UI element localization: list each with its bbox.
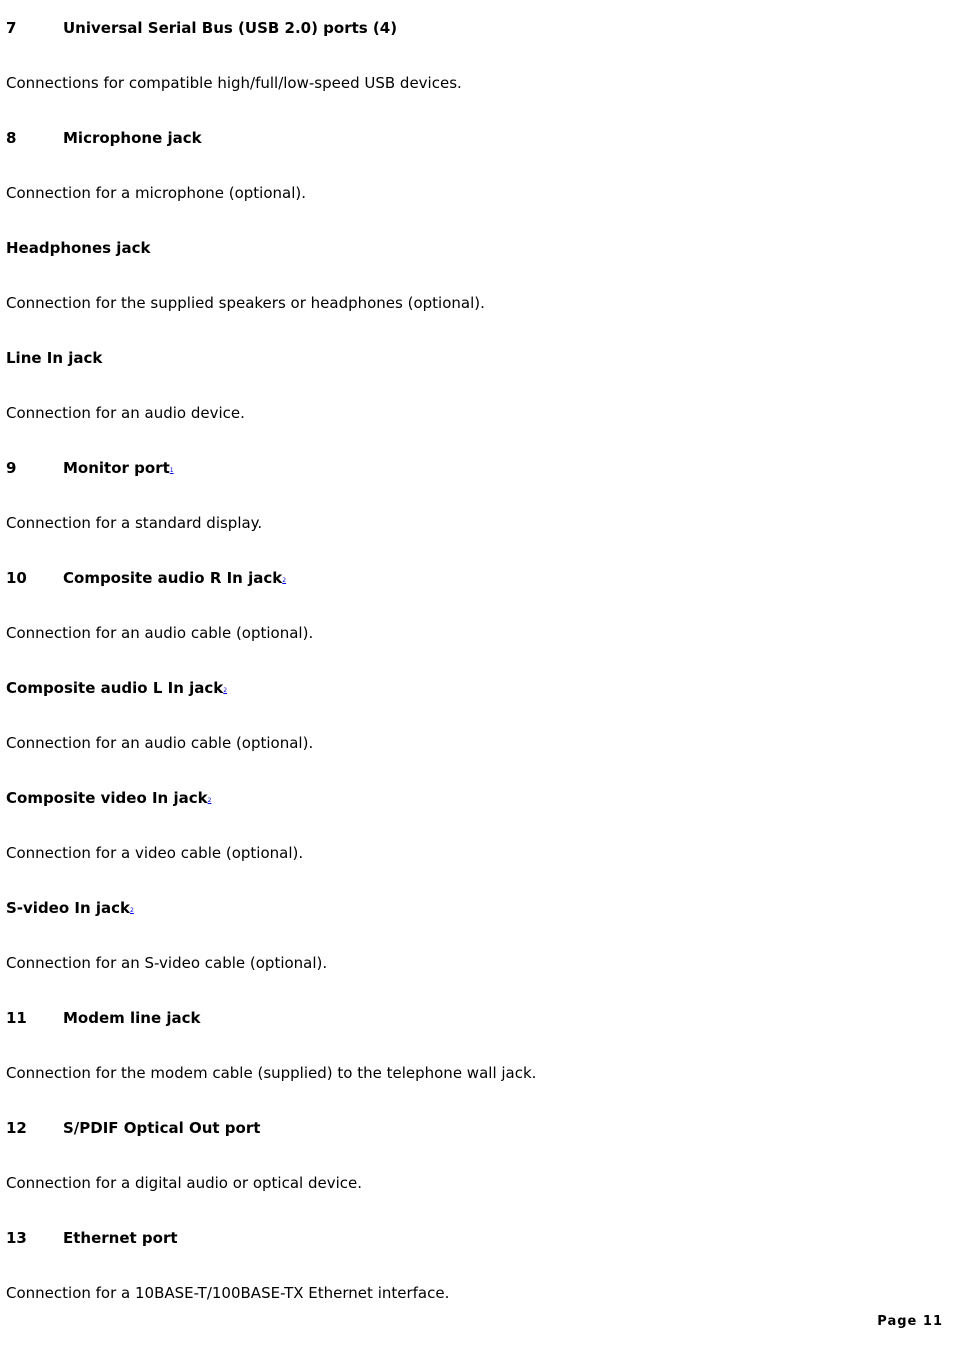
entry-modem-line-jack: 11 Modem line jack Connection for the mod… [6,1007,946,1084]
entry-heading: Composite audio L In jack2 [6,677,946,699]
entry-number: 10 [6,569,27,587]
entry-heading: 11 Modem line jack [6,1007,946,1029]
entry-title: Monitor port [63,459,170,477]
footnote-link[interactable]: 2 [130,907,134,914]
entry-spdif-optical-out: 12 S/PDIF Optical Out port Connection for… [6,1117,946,1194]
entry-title: Headphones jack [6,239,151,257]
entry-usb-ports: 7 Universal Serial Bus (USB 2.0) ports (4… [6,17,946,94]
entry-title: Modem line jack [63,1009,201,1027]
entry-description: Connections for compatible high/full/low… [6,74,462,92]
entry-headphones-jack: Headphones jack Connection for the suppl… [6,237,946,314]
entry-monitor-port: 9 Monitor port1 Connection for a standard… [6,457,946,534]
entry-description: Connection for a 10BASE-T/100BASE-TX Eth… [6,1284,450,1302]
entry-number: 13 [6,1229,27,1247]
entry-heading: Composite video In jack2 [6,787,946,809]
entry-number: 11 [6,1009,27,1027]
entry-heading: 7 Universal Serial Bus (USB 2.0) ports (4… [6,17,946,39]
entry-heading: 10 Composite audio R In jack2 [6,567,946,589]
entry-s-video: S-video In jack2 Connection for an S-vid… [6,897,946,974]
document-page: 7 Universal Serial Bus (USB 2.0) ports (4… [6,17,946,1337]
entry-description: Connection for a video cable (optional). [6,844,304,862]
entry-heading: 8 Microphone jack [6,127,946,149]
entry-description: Connection for an S-video cable (optiona… [6,954,328,972]
entry-heading: Headphones jack [6,237,946,259]
entry-composite-audio-l: Composite audio L In jack2 Connection fo… [6,677,946,754]
entry-description: Connection for an audio cable (optional)… [6,624,314,642]
entry-title: Composite audio R In jack [63,569,283,587]
entry-heading: S-video In jack2 [6,897,946,919]
entry-line-in-jack: Line In jack Connection for an audio dev… [6,347,946,424]
entry-description: Connection for a standard display. [6,514,263,532]
entry-number: 7 [6,19,17,37]
entry-title: S-video In jack [6,899,130,917]
entry-title: Universal Serial Bus (USB 2.0) ports (4) [63,19,398,37]
entry-heading: 13 Ethernet port [6,1227,946,1249]
entry-description: Connection for the supplied speakers or … [6,294,485,312]
footnote-link[interactable]: 2 [208,797,212,804]
entry-description: Connection for an audio device. [6,404,245,422]
footnote-link[interactable]: 2 [282,577,286,584]
entry-title: Ethernet port [63,1229,178,1247]
entry-microphone-jack: 8 Microphone jack Connection for a microp… [6,127,946,204]
entry-heading: 9 Monitor port1 [6,457,946,479]
entry-ethernet-port: 13 Ethernet port Connection for a 10BASE-… [6,1227,946,1304]
entry-description: Connection for a digital audio or optica… [6,1174,362,1192]
entry-description: Connection for a microphone (optional). [6,184,307,202]
footnote-link[interactable]: 1 [170,467,174,474]
entry-title: Line In jack [6,349,103,367]
entry-number: 8 [6,129,17,147]
entry-heading: 12 S/PDIF Optical Out port [6,1117,946,1139]
entry-heading: Line In jack [6,347,946,369]
entry-composite-audio-r: 10 Composite audio R In jack2 Connection … [6,567,946,644]
entry-description: Connection for an audio cable (optional)… [6,734,314,752]
entry-title: Microphone jack [63,129,202,147]
footnote-link[interactable]: 2 [223,687,227,694]
entry-title: S/PDIF Optical Out port [63,1119,261,1137]
entry-description: Connection for the modem cable (supplied… [6,1064,537,1082]
entry-title: Composite audio L In jack [6,679,224,697]
entry-composite-video: Composite video In jack2 Connection for … [6,787,946,864]
entry-number: 9 [6,459,17,477]
entry-number: 12 [6,1119,27,1137]
entry-title: Composite video In jack [6,789,208,807]
page-number: Page 11 [877,1314,943,1329]
